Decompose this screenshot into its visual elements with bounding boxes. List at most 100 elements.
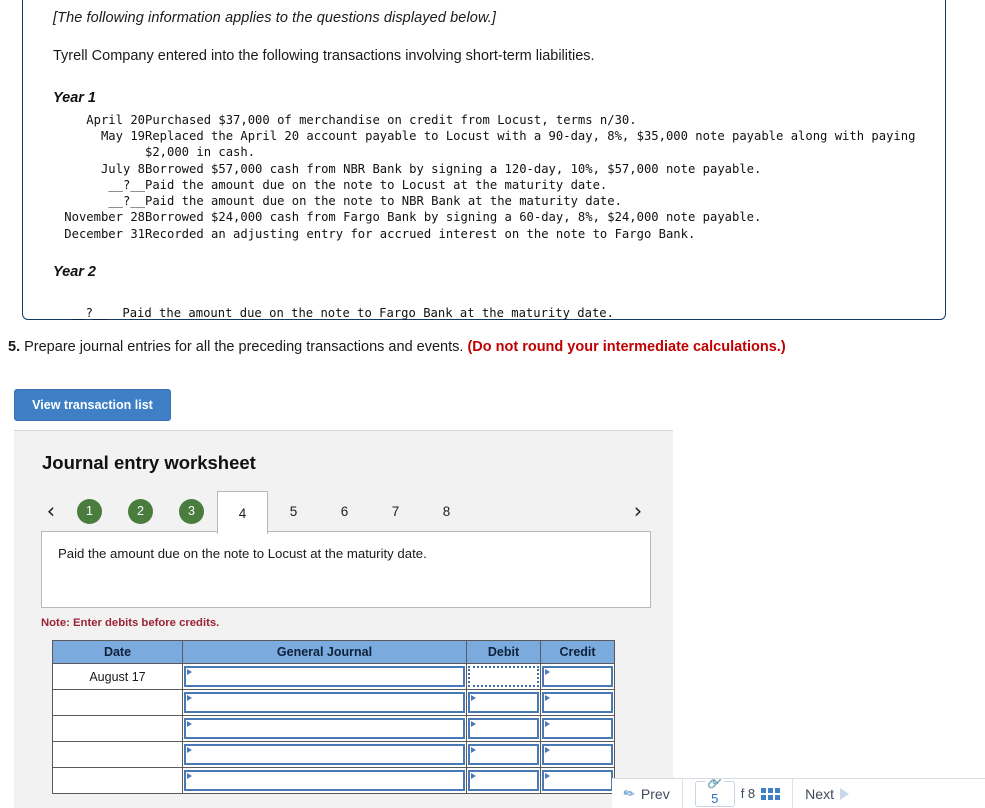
cell-date[interactable] bbox=[52, 715, 183, 742]
credit-input[interactable] bbox=[542, 692, 613, 713]
bottom-navigation-bar: ✎ Prev 🔗 5 f 8 Next bbox=[612, 778, 985, 808]
worksheet-tab-7[interactable]: 7 bbox=[370, 491, 421, 531]
debit-input[interactable] bbox=[468, 692, 539, 713]
link-icon: 🔗 bbox=[705, 779, 725, 789]
column-header-debit: Debit bbox=[466, 640, 541, 664]
next-arrow-icon bbox=[839, 787, 849, 800]
cell-general-journal[interactable] bbox=[182, 689, 467, 716]
question-text: Prepare journal entries for all the prec… bbox=[20, 339, 468, 355]
prev-label: Prev bbox=[640, 785, 670, 802]
cell-debit[interactable] bbox=[466, 715, 541, 742]
worksheet-tab-8[interactable]: 8 bbox=[421, 491, 472, 531]
journal-entry-worksheet-panel: Journal entry worksheet ‹ 1 2 3 4 5 6 7 … bbox=[14, 430, 673, 808]
credit-input[interactable] bbox=[542, 718, 613, 739]
cell-credit[interactable] bbox=[540, 663, 615, 690]
cell-general-journal[interactable] bbox=[182, 715, 467, 742]
credit-input[interactable] bbox=[542, 744, 613, 765]
tab-completed-badge: 1 bbox=[77, 498, 102, 524]
journal-entry-table: Date General Journal Debit Credit August… bbox=[52, 640, 615, 794]
next-tab-chevron-icon[interactable]: › bbox=[625, 500, 651, 522]
cell-date[interactable] bbox=[52, 689, 183, 716]
page-number-input[interactable]: 🔗 5 bbox=[694, 779, 735, 807]
transaction-date: December 31 bbox=[64, 226, 145, 241]
next-question-button[interactable]: Next bbox=[793, 779, 861, 808]
table-row bbox=[52, 767, 615, 794]
cell-general-journal[interactable] bbox=[182, 741, 467, 768]
worksheet-tab-4[interactable]: 4 bbox=[217, 491, 268, 534]
tab-label: 5 bbox=[289, 503, 298, 519]
prev-question-button[interactable]: ✎ Prev bbox=[612, 779, 683, 808]
transaction-date: July 8 bbox=[100, 161, 145, 176]
debit-input[interactable] bbox=[468, 718, 539, 739]
worksheet-tab-bar: ‹ 1 2 3 4 5 6 7 8 › bbox=[14, 491, 673, 534]
table-row: __?__ Paid the amount due on the note to… bbox=[53, 177, 915, 193]
transaction-date: __?__ bbox=[108, 177, 145, 192]
general-journal-input[interactable] bbox=[184, 666, 465, 687]
cell-general-journal[interactable] bbox=[182, 767, 467, 794]
year2-section: Year 2 __?__ Paid the amount due on the … bbox=[53, 264, 919, 320]
worksheet-tab-3[interactable]: 3 bbox=[166, 491, 217, 531]
debit-input[interactable] bbox=[468, 770, 539, 791]
table-row: July 8 Borrowed $57,000 cash from NBR Ba… bbox=[53, 161, 915, 177]
tab-label: 6 bbox=[340, 503, 349, 519]
cell-general-journal[interactable] bbox=[182, 663, 467, 690]
table-row: April 20 Purchased $37,000 of merchandis… bbox=[53, 112, 915, 128]
general-journal-input[interactable] bbox=[184, 770, 465, 791]
table-row: __?__ Paid the amount due on the note to… bbox=[53, 193, 915, 209]
grid-view-icon[interactable] bbox=[761, 787, 781, 800]
transaction-description-box: Paid the amount due on the note to Locus… bbox=[41, 531, 651, 608]
prev-tab-chevron-icon[interactable]: ‹ bbox=[38, 500, 64, 522]
transaction-date: __?__ bbox=[108, 194, 145, 209]
table-header-row: Date General Journal Debit Credit bbox=[52, 640, 615, 664]
cell-debit[interactable] bbox=[466, 689, 541, 716]
transaction-description: Borrowed $57,000 cash from NBR Bank by s… bbox=[145, 161, 762, 176]
page-number-value: 5 bbox=[711, 790, 719, 806]
year2-transaction: __?__ Paid the amount due on the note to… bbox=[71, 305, 614, 320]
credit-input[interactable] bbox=[542, 666, 613, 687]
table-row bbox=[52, 689, 615, 716]
cell-date[interactable] bbox=[52, 741, 183, 768]
tab-label: 7 bbox=[391, 503, 400, 519]
transaction-date: November 28 bbox=[64, 210, 145, 225]
debit-input[interactable] bbox=[468, 666, 539, 687]
year1-transaction-table: April 20 Purchased $37,000 of merchandis… bbox=[53, 112, 915, 242]
debit-input[interactable] bbox=[468, 744, 539, 765]
general-journal-input[interactable] bbox=[184, 692, 465, 713]
worksheet-tab-6[interactable]: 6 bbox=[319, 491, 370, 531]
tab-label: 4 bbox=[238, 505, 247, 521]
no-rounding-warning: (Do not round your intermediate calculat… bbox=[467, 339, 786, 355]
cell-credit[interactable] bbox=[540, 767, 615, 794]
worksheet-tab-1[interactable]: 1 bbox=[64, 491, 115, 531]
tab-label: 8 bbox=[442, 503, 451, 519]
tab-completed-badge: 3 bbox=[179, 498, 204, 524]
transaction-date: May 19 bbox=[100, 129, 145, 144]
intro-paragraph: Tyrell Company entered into the followin… bbox=[53, 48, 595, 64]
year2-heading: Year 2 bbox=[53, 263, 96, 280]
transaction-description: Purchased $37,000 of merchandise on cred… bbox=[145, 113, 637, 127]
column-header-general-journal: General Journal bbox=[182, 640, 467, 664]
debits-before-credits-note: Note: Enter debits before credits. bbox=[41, 617, 220, 629]
credit-input[interactable] bbox=[542, 770, 613, 791]
cell-credit[interactable] bbox=[540, 689, 615, 716]
cell-debit[interactable] bbox=[466, 741, 541, 768]
next-label: Next bbox=[805, 785, 834, 802]
page-indicator[interactable]: 🔗 5 f 8 bbox=[683, 779, 794, 808]
total-pages-label: f 8 bbox=[740, 786, 756, 801]
question-prompt: 5. Prepare journal entries for all the p… bbox=[8, 339, 786, 355]
pencil-icon: ✎ bbox=[620, 783, 638, 803]
cell-credit[interactable] bbox=[540, 741, 615, 768]
cell-debit[interactable] bbox=[466, 663, 541, 690]
worksheet-tab-2[interactable]: 2 bbox=[115, 491, 166, 531]
information-panel: [The following information applies to th… bbox=[22, 0, 946, 320]
view-transaction-list-button[interactable]: View transaction list bbox=[14, 389, 171, 421]
cell-date[interactable] bbox=[52, 767, 183, 794]
cell-credit[interactable] bbox=[540, 715, 615, 742]
cell-date[interactable]: August 17 bbox=[52, 663, 183, 690]
general-journal-input[interactable] bbox=[184, 718, 465, 739]
cell-debit[interactable] bbox=[466, 767, 541, 794]
question-number: 5. bbox=[8, 339, 21, 355]
worksheet-tab-5[interactable]: 5 bbox=[268, 491, 319, 531]
transaction-description: Replaced the April 20 account payable to… bbox=[145, 129, 916, 160]
general-journal-input[interactable] bbox=[184, 744, 465, 765]
tab-completed-badge: 2 bbox=[128, 498, 153, 524]
